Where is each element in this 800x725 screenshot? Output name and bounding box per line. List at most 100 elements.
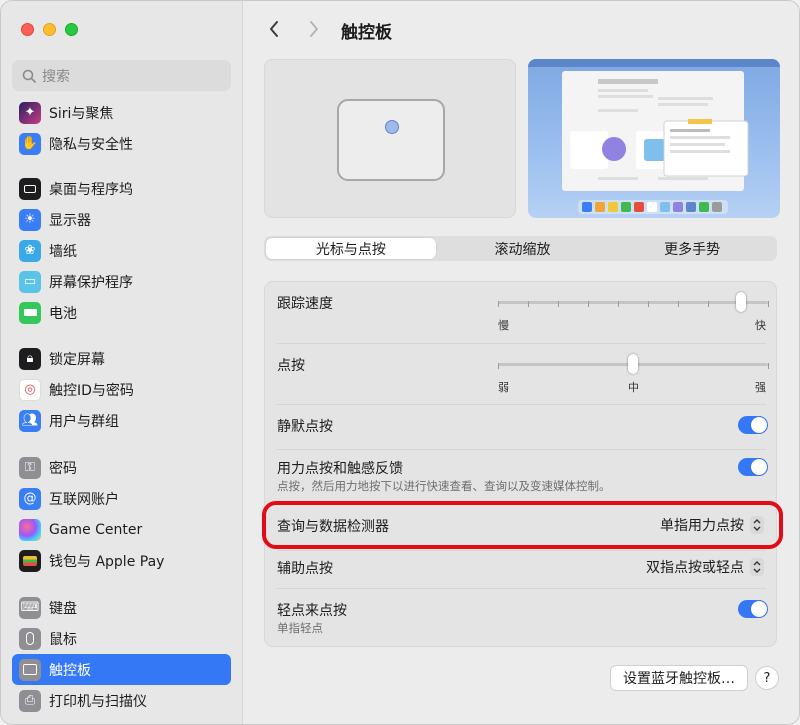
minimize-window-button[interactable] <box>43 23 56 36</box>
sun-icon: ☀ <box>19 208 41 231</box>
wallet-icon <box>19 549 41 572</box>
trackpad-preview <box>264 59 516 218</box>
page-title: 触控板 <box>341 23 392 43</box>
slider-tick <box>528 301 529 307</box>
sidebar-item-trackpad[interactable]: 触控板 <box>12 654 231 685</box>
sidebar-item-label: Game Center <box>49 521 143 538</box>
help-button[interactable]: ? <box>755 666 779 690</box>
tap-to-click-toggle[interactable] <box>738 600 768 618</box>
sidebar-item-label: 键盘 <box>49 600 77 617</box>
keyboard-icon: ⌨ <box>19 596 41 619</box>
sidebar-item-label: 显示器 <box>49 212 91 229</box>
search-icon <box>22 69 36 83</box>
sidebar-item-label: 互联网账户 <box>49 491 119 508</box>
sidebar-item-label: 隐私与安全性 <box>49 136 133 153</box>
fingerprint-icon: ◎ <box>19 378 41 401</box>
tap-to-click-description: 单指轻点 <box>277 621 323 635</box>
slider-thumb[interactable] <box>628 354 638 374</box>
sidebar-item-label: 触控ID与密码 <box>49 382 134 399</box>
force-click-toggle[interactable] <box>738 458 768 476</box>
setup-bluetooth-trackpad-button[interactable]: 设置蓝牙触控板… <box>610 665 748 691</box>
click-min-label: 弱 <box>498 381 509 394</box>
silent-click-label: 静默点按 <box>277 419 333 435</box>
sidebar-item-internet-accounts[interactable]: @ 互联网账户 <box>12 483 231 514</box>
sidebar-item-siri[interactable]: ✦ Siri与聚焦 <box>12 97 231 128</box>
sidebar-item-wallet[interactable]: 钱包与 Apple Pay <box>12 545 231 576</box>
sidebar-item-label: 打印机与扫描仪 <box>49 693 147 710</box>
slider-tick <box>498 301 499 307</box>
sidebar-item-label: 桌面与程序坞 <box>49 181 133 198</box>
zoom-window-button[interactable] <box>65 23 78 36</box>
sidebar-item-screensaver[interactable]: ▭ 屏幕保护程序 <box>12 266 231 297</box>
secondary-click-popup[interactable]: 双指点按或轻点 <box>646 557 764 577</box>
screensaver-icon: ▭ <box>19 270 41 293</box>
slider-thumb[interactable] <box>736 292 746 312</box>
sidebar-item-label: 鼠标 <box>49 631 77 648</box>
tab-bar: 光标与点按 滚动缩放 更多手势 <box>264 236 777 261</box>
tab-point-click[interactable]: 光标与点按 <box>266 238 436 259</box>
secondary-click-value: 双指点按或轻点 <box>646 560 744 576</box>
chevron-updown-icon <box>750 558 764 576</box>
forward-button[interactable] <box>302 17 326 41</box>
slider-tick <box>588 301 589 307</box>
sidebar: 搜索 ✦ Siri与聚焦 ✋ 隐私与安全性 桌面与程序坞 ☀ 显示器 ❀ 墙纸 <box>1 1 243 724</box>
sidebar-item-game-center[interactable]: Game Center <box>12 514 231 545</box>
sidebar-item-privacy[interactable]: ✋ 隐私与安全性 <box>12 128 231 159</box>
slider-tick <box>678 301 679 307</box>
slider-tick <box>558 301 559 307</box>
sidebar-item-mouse[interactable]: 鼠标 <box>12 623 231 654</box>
sidebar-item-label: 电池 <box>49 305 77 322</box>
battery-icon <box>19 301 41 324</box>
sidebar-item-passwords[interactable]: ⚿ 密码 <box>12 452 231 483</box>
sidebar-item-label: 触控板 <box>49 662 91 679</box>
sidebar-item-users[interactable]: 👥︎ 用户与群组 <box>12 405 231 436</box>
slider-tick <box>648 301 649 307</box>
lock-icon: 🔒︎ <box>19 347 41 370</box>
force-click-label: 用力点按和触感反馈 <box>277 461 403 477</box>
tab-more-gestures[interactable]: 更多手势 <box>607 236 777 261</box>
click-max-label: 强 <box>755 381 766 394</box>
sidebar-item-battery[interactable]: 电池 <box>12 297 231 328</box>
settings-panel: 跟踪速度 慢 快 点按 弱 中 强 静默点按 用力点按和触感反馈 点按，然后用力… <box>264 281 777 647</box>
tracking-max-label: 快 <box>755 319 766 332</box>
mouse-icon <box>19 627 41 650</box>
sidebar-item-touchid[interactable]: ◎ 触控ID与密码 <box>12 374 231 405</box>
tracking-min-label: 慢 <box>498 319 509 332</box>
users-icon: 👥︎ <box>19 409 41 432</box>
sidebar-item-label: 屏幕保护程序 <box>49 274 133 291</box>
sidebar-item-display[interactable]: ☀ 显示器 <box>12 204 231 235</box>
silent-click-toggle[interactable] <box>738 416 768 434</box>
gesture-video-preview <box>528 59 780 218</box>
click-label: 点按 <box>277 358 305 374</box>
sidebar-item-keyboard[interactable]: ⌨ 键盘 <box>12 592 231 623</box>
annotation-highlight <box>262 501 783 549</box>
sidebar-item-lock-screen[interactable]: 🔒︎ 锁定屏幕 <box>12 343 231 374</box>
tab-scroll-zoom[interactable]: 滚动缩放 <box>438 236 608 261</box>
back-button[interactable] <box>262 17 286 41</box>
main-content: 触控板 光标与点按 滚动缩放 更多手势 跟踪速度 慢 快 点按 弱 中 强 静默… <box>244 1 799 724</box>
siri-icon: ✦ <box>19 101 41 124</box>
sidebar-item-printers[interactable]: ⎙ 打印机与扫描仪 <box>12 685 231 716</box>
touch-point-icon <box>385 120 399 134</box>
dock-icon <box>19 177 41 200</box>
flower-icon: ❀ <box>19 239 41 262</box>
sidebar-item-label: 锁定屏幕 <box>49 351 105 368</box>
game-center-icon <box>19 518 41 541</box>
sidebar-item-label: 用户与群组 <box>49 413 119 430</box>
slider-tick <box>618 301 619 307</box>
close-window-button[interactable] <box>21 23 34 36</box>
sidebar-item-label: Siri与聚焦 <box>49 105 114 122</box>
sidebar-item-wallpaper[interactable]: ❀ 墙纸 <box>12 235 231 266</box>
search-placeholder: 搜索 <box>42 68 70 85</box>
search-input[interactable]: 搜索 <box>12 60 231 91</box>
tap-to-click-label: 轻点来点按 <box>277 603 347 619</box>
key-icon: ⚿ <box>19 456 41 479</box>
hand-icon: ✋ <box>19 132 41 155</box>
sidebar-item-label: 墙纸 <box>49 243 77 260</box>
settings-window: 搜索 ✦ Siri与聚焦 ✋ 隐私与安全性 桌面与程序坞 ☀ 显示器 ❀ 墙纸 <box>0 0 800 725</box>
window-controls <box>21 23 78 36</box>
sidebar-item-desktop-dock[interactable]: 桌面与程序坞 <box>12 173 231 204</box>
slider-tick <box>498 363 499 369</box>
at-icon: @ <box>19 487 41 510</box>
tracking-speed-label: 跟踪速度 <box>277 296 333 312</box>
